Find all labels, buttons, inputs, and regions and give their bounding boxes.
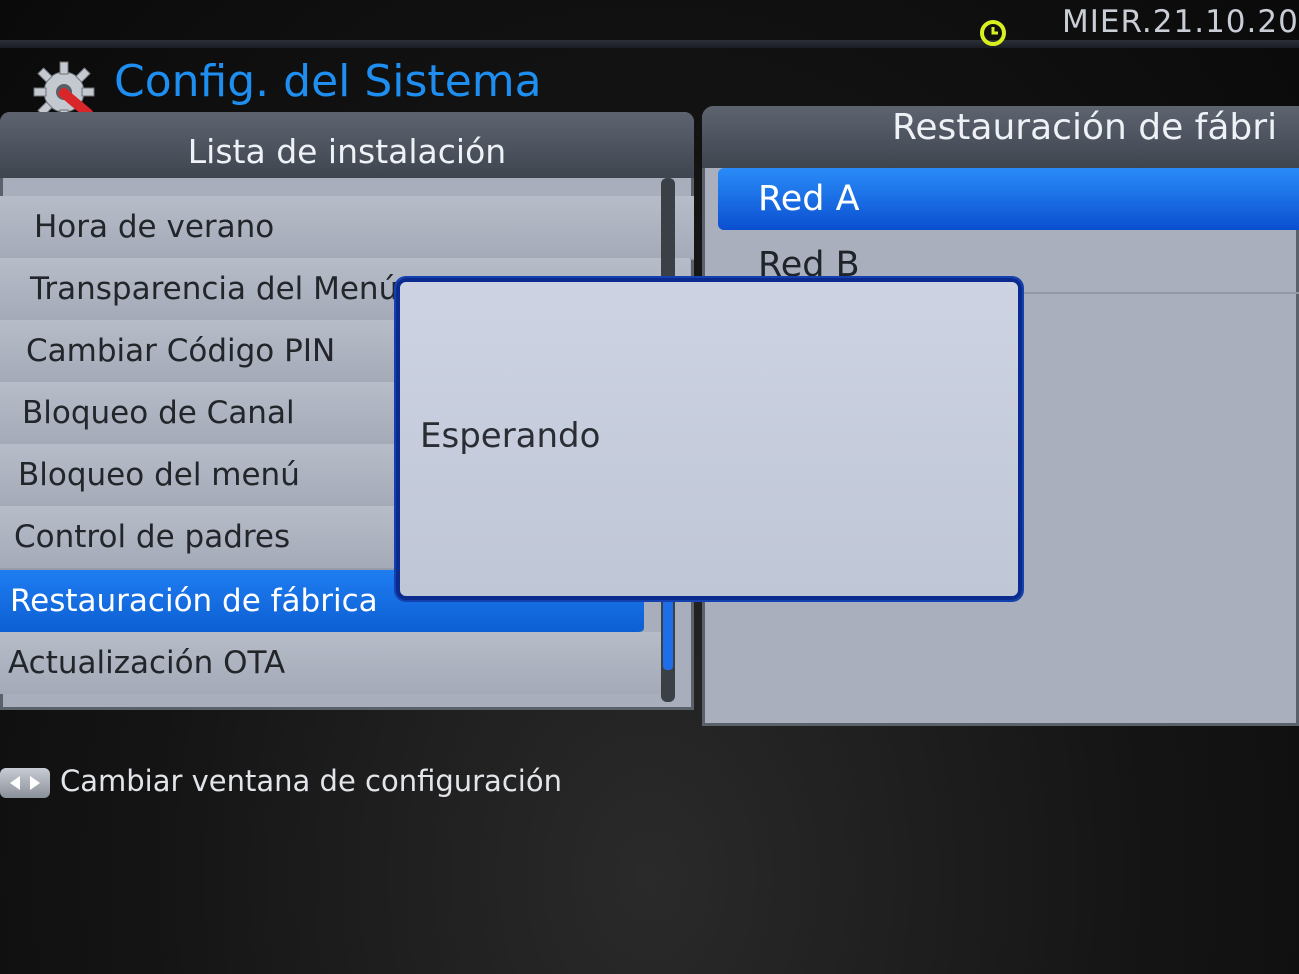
datetime-display: MIER.21.10.20 (1062, 4, 1299, 40)
network-item-label: Red A (758, 179, 860, 219)
scrollbar-thumb[interactable] (663, 598, 673, 670)
clock-icon (980, 20, 1006, 46)
factory-reset-panel-title: Restauración de fábri (702, 106, 1299, 168)
menu-item-label: Restauración de fábrica (10, 583, 378, 619)
dialog-message: Esperando (420, 416, 601, 456)
network-item-red-a[interactable]: Red A (718, 168, 1299, 230)
footer-hint: Cambiar ventana de configuración (60, 764, 562, 798)
menu-item-ota-update[interactable]: Actualización OTA (0, 632, 668, 694)
menu-item-daylight-saving[interactable]: Hora de verano (0, 196, 694, 260)
menu-item-label: Cambiar Código PIN (26, 333, 336, 369)
menu-item-label: Hora de verano (34, 209, 275, 245)
menu-item-label: Control de padres (14, 519, 291, 555)
menu-item-label: Transparencia del Menú (30, 271, 399, 307)
page-title: Config. del Sistema (114, 56, 542, 107)
waiting-dialog: Esperando (396, 278, 1022, 600)
left-right-arrows-icon (0, 768, 50, 798)
menu-item-label: Bloqueo del menú (18, 457, 300, 493)
top-frame (0, 40, 1299, 48)
menu-item-label: Bloqueo de Canal (22, 395, 295, 431)
installation-list-title: Lista de instalación (0, 112, 694, 178)
menu-item-label: Actualización OTA (8, 645, 286, 681)
